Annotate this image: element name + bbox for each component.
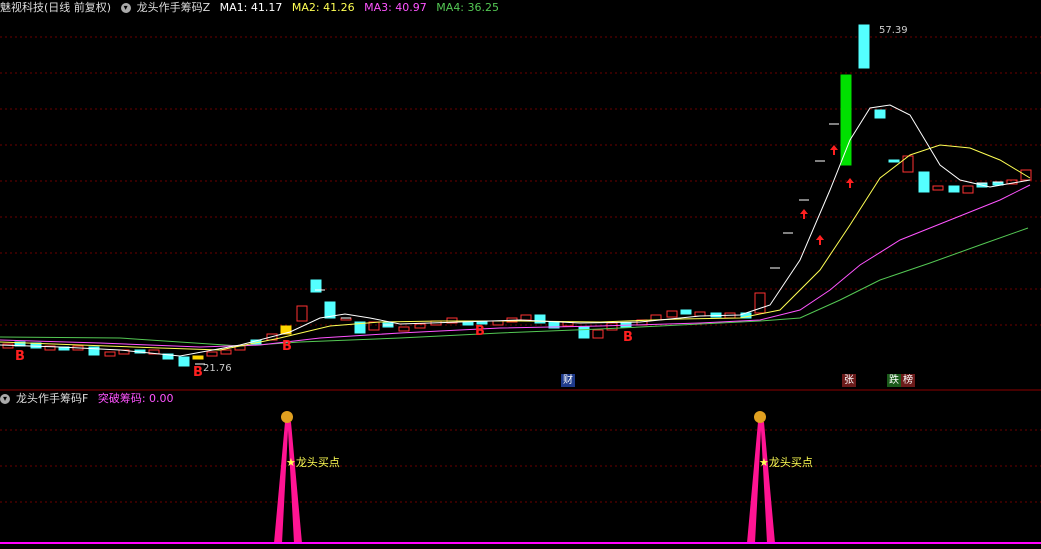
sub-grid [0, 429, 1041, 503]
event-tag-bang[interactable]: 榜 [901, 374, 915, 387]
stock-name: 魅视科技 [0, 1, 44, 14]
high-price-label: 57.39 [879, 25, 908, 36]
signal-label-2: ★龙头买点 [759, 456, 813, 469]
sub-header: ▾ 龙头作手筹码F 突破筹码: 0.00 [0, 391, 1041, 407]
moneybag-icon-2 [754, 411, 766, 423]
moneybag-icon-1 [281, 411, 293, 423]
main-chart[interactable]: B B B B B [0, 0, 1041, 549]
signal-spikes [274, 422, 775, 543]
signal-label-1: ★龙头买点 [286, 456, 340, 469]
indicator-name[interactable]: 龙头作手筹码Z [137, 0, 211, 16]
ma2-value: MA2: 41.26 [291, 1, 355, 14]
period-label: (日线 前复权) [44, 1, 112, 14]
ma3-value: MA3: 40.97 [364, 1, 427, 14]
svg-text:B: B [15, 349, 25, 364]
svg-text:B: B [475, 324, 485, 339]
sub-toggle-icon[interactable]: ▾ [0, 394, 10, 404]
ma4-value: MA4: 36.25 [436, 1, 500, 14]
svg-text:B: B [623, 330, 633, 345]
event-tag-cai[interactable]: 财 [561, 374, 575, 387]
svg-text:B: B [282, 339, 292, 354]
event-tag-zhang[interactable]: 张 [842, 374, 856, 387]
ma1-value: MA1: 41.17 [219, 1, 283, 14]
ma3-line [0, 184, 1031, 348]
event-tag-die[interactable]: 跌 [887, 374, 901, 387]
sub-indicator-name[interactable]: 龙头作手筹码F [16, 391, 88, 407]
candles [2, 24, 1032, 367]
ma2-line [0, 144, 1031, 351]
grid [0, 36, 1041, 326]
ma4-line [0, 227, 1029, 347]
indicator-toggle-icon[interactable]: ▾ [120, 3, 131, 13]
svg-text:B: B [193, 365, 203, 380]
sub-indicator-value: 突破筹码: 0.00 [97, 392, 174, 405]
main-header: 魅视科技(日线 前复权) ▾ 龙头作手筹码Z MA1: 41.17 MA2: 41… [0, 0, 1041, 16]
low-price-label: 21.76 [203, 363, 232, 374]
